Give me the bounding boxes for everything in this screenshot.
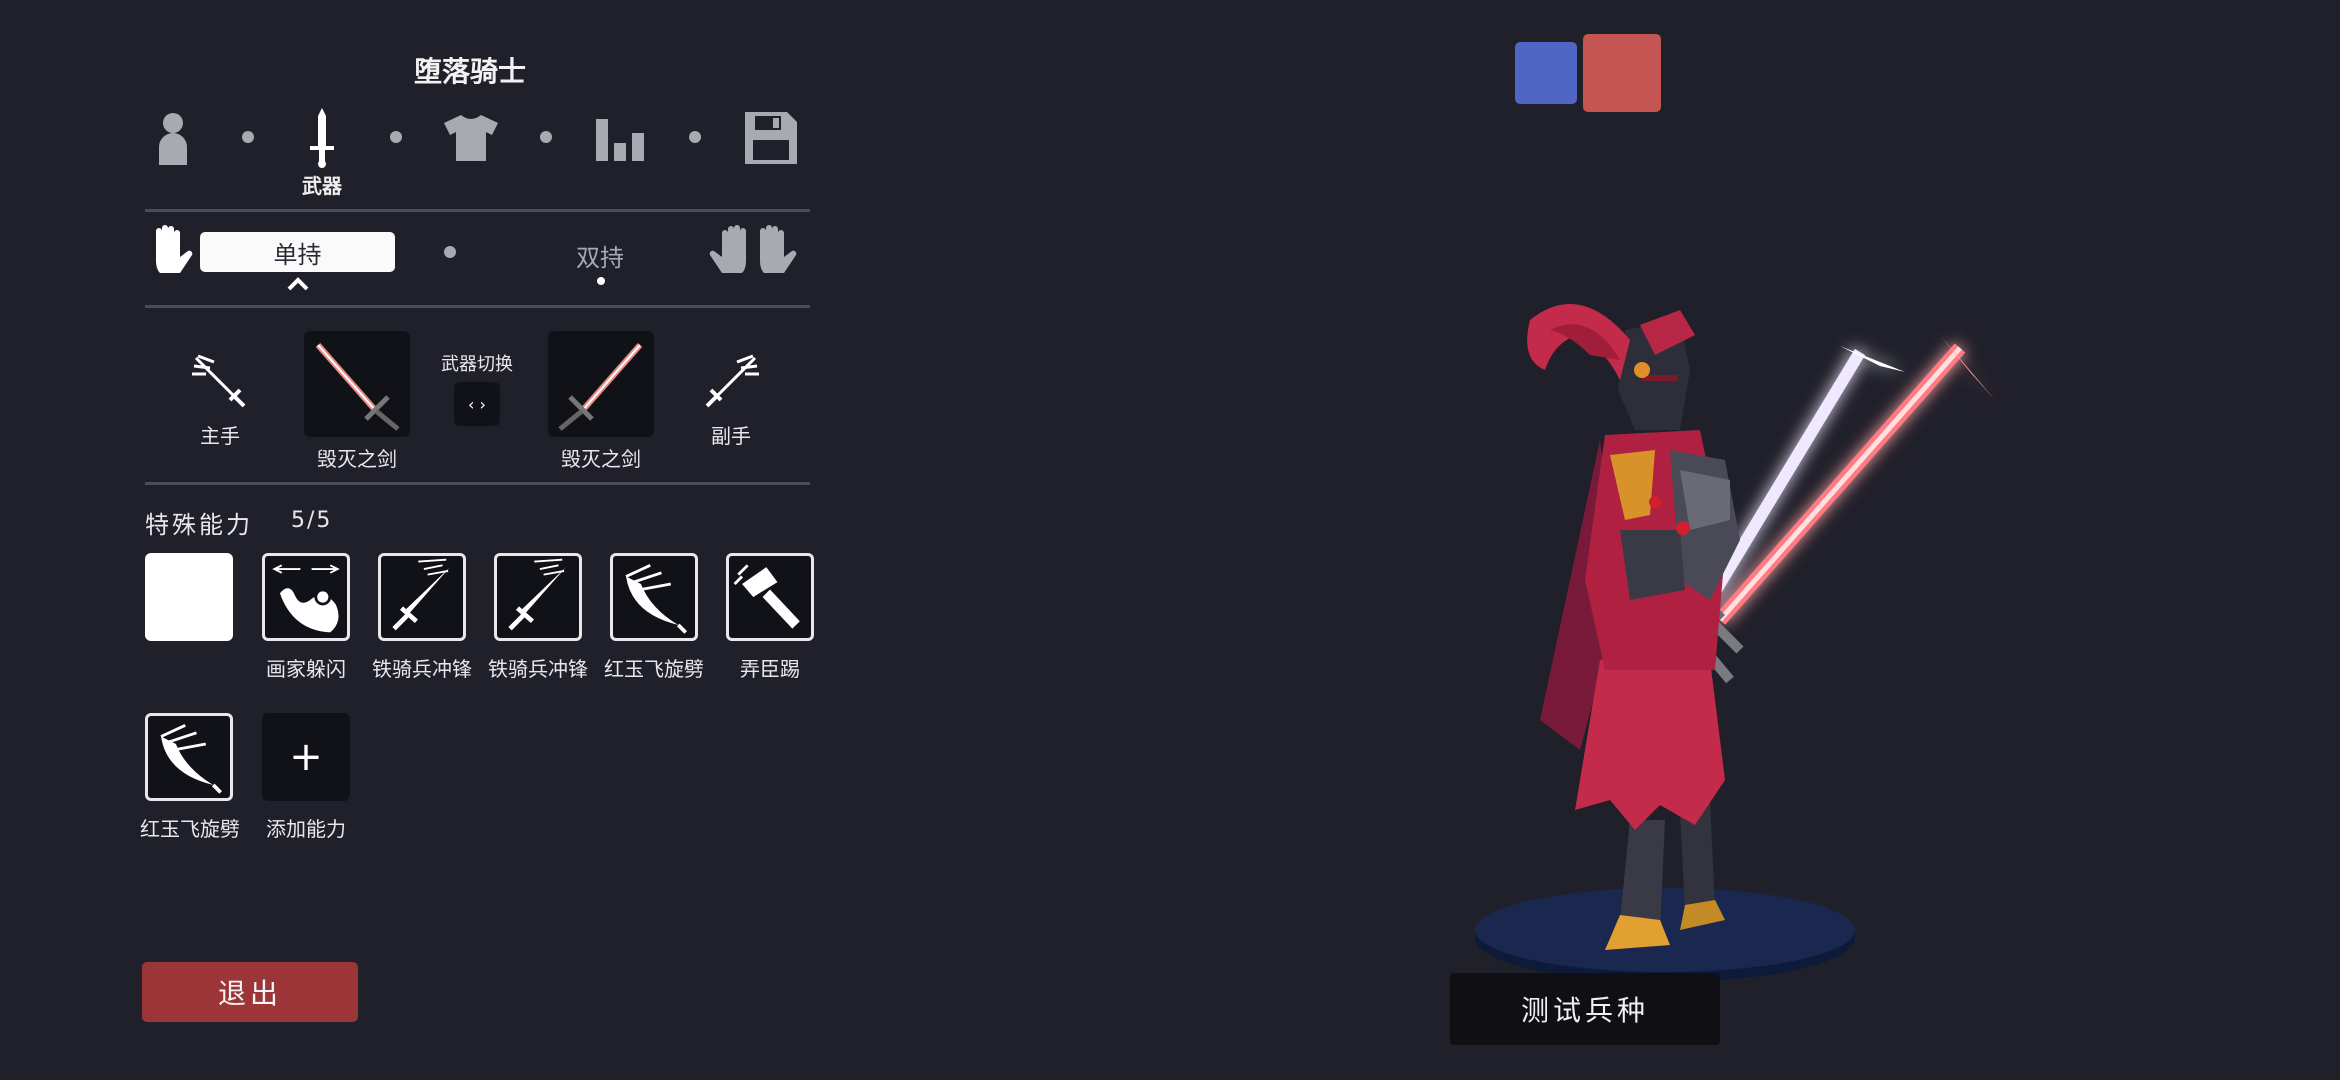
ability-label: 铁骑兵冲锋 (488, 657, 588, 681)
step-separator (242, 131, 254, 143)
ability-painter-dodge[interactable] (262, 553, 350, 641)
dual-hand-icon (708, 225, 798, 281)
ability-slot-empty[interactable] (145, 553, 233, 641)
single-hand-icon (150, 225, 194, 281)
add-ability-button[interactable]: + (262, 713, 350, 801)
abilities-count: 5/5 (291, 508, 333, 533)
charge-sword-icon (508, 558, 566, 631)
dual-grip-indicator (597, 277, 605, 285)
sword-icon (310, 108, 334, 168)
save-icon (745, 112, 797, 164)
ability-ruby-spin-slash[interactable] (145, 713, 233, 801)
weapon-swap-button[interactable]: ‹ › (454, 382, 500, 426)
off-hand-label: 副手 (711, 424, 751, 448)
step-separator (390, 131, 402, 143)
clothing-tab[interactable] (441, 108, 501, 168)
ability-cavalry-charge[interactable] (378, 553, 466, 641)
shirt-icon (444, 115, 498, 161)
weapon-tab[interactable] (292, 108, 352, 168)
ability-label: 红玉飞旋劈 (604, 657, 704, 681)
single-grip-option[interactable]: 单持 (200, 232, 395, 272)
sword-glow-icon (558, 343, 643, 431)
off-hand-icon[interactable] (701, 352, 761, 416)
add-ability-label: 添加能力 (266, 817, 346, 841)
ability-ruby-spin-slash[interactable] (610, 553, 698, 641)
abilities-header: 特殊能力 (145, 511, 253, 539)
divider (145, 209, 810, 212)
ability-cavalry-charge[interactable] (494, 553, 582, 641)
divider (145, 482, 810, 485)
main-weapon-slot[interactable] (304, 331, 410, 437)
hammer-kick-icon (733, 564, 800, 629)
dodge-icon (272, 564, 340, 633)
unit-preview[interactable] (1380, 280, 2010, 1000)
charge-sword-icon (392, 558, 450, 631)
unit-body-tab[interactable] (143, 108, 203, 168)
ability-label: 红玉飞旋劈 (140, 817, 240, 841)
main-hand-label: 主手 (200, 424, 240, 448)
ability-label: 画家躲闪 (266, 657, 346, 681)
ability-label: 铁骑兵冲锋 (372, 657, 472, 681)
stats-tab[interactable] (591, 108, 651, 168)
main-hand-icon[interactable] (190, 352, 250, 416)
weapon-tab-label: 武器 (302, 174, 342, 198)
test-unit-button[interactable]: 测试兵种 (1450, 973, 1720, 1045)
unit-title: 堕落骑士 (413, 55, 526, 88)
person-icon (159, 113, 187, 165)
save-tab[interactable] (741, 108, 801, 168)
off-weapon-name: 毁灭之剑 (561, 447, 641, 471)
spin-slash-icon (625, 564, 687, 634)
divider (145, 305, 810, 308)
sword-glow-icon (315, 343, 400, 431)
ability-label: 弄臣踢 (740, 657, 800, 681)
bar-chart-icon (596, 119, 644, 161)
weapon-swap-label: 武器切换 (441, 354, 513, 375)
team-red-swatch[interactable] (1583, 34, 1661, 112)
grip-separator (444, 246, 456, 258)
dual-grip-option[interactable]: 双持 (560, 238, 640, 273)
ability-jester-kick[interactable] (726, 553, 814, 641)
chevron-up-icon (287, 276, 309, 295)
team-blue-swatch[interactable] (1515, 42, 1577, 104)
step-separator (689, 131, 701, 143)
spin-slash-icon (160, 724, 222, 794)
main-weapon-name: 毁灭之剑 (317, 447, 397, 471)
exit-button[interactable]: 退出 (142, 962, 358, 1022)
step-separator (540, 131, 552, 143)
off-weapon-slot[interactable] (548, 331, 654, 437)
